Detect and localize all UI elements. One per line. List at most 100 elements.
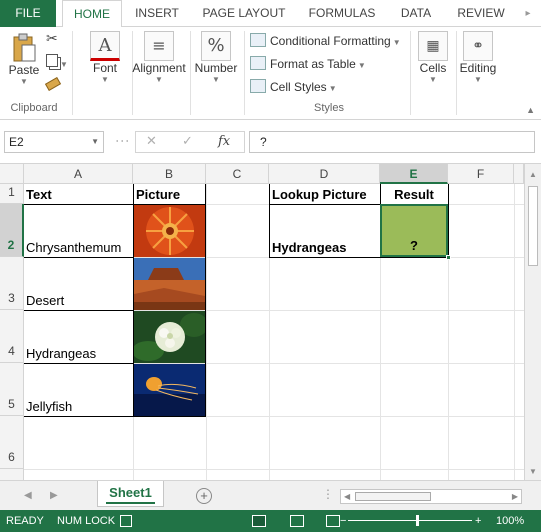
cell-a4[interactable]: Hydrangeas xyxy=(24,346,96,361)
tab-insert[interactable]: INSERT xyxy=(128,0,186,27)
column-header-b[interactable]: B xyxy=(133,164,206,184)
chevron-down-icon[interactable]: ▼ xyxy=(91,132,99,152)
zoom-slider-knob[interactable] xyxy=(416,515,419,526)
name-box[interactable]: E2 ▼ xyxy=(4,131,104,153)
column-header-e[interactable]: E xyxy=(380,164,448,184)
copy-icon xyxy=(46,54,58,67)
cell-border xyxy=(269,257,449,258)
sheet-prev-icon[interactable]: ◀ xyxy=(24,490,32,501)
row-header-4[interactable]: 4 xyxy=(0,310,24,363)
macro-record-icon[interactable] xyxy=(120,515,132,527)
paste-button[interactable]: Paste ▼ xyxy=(6,33,42,87)
alignment-label: Alignment xyxy=(132,61,186,75)
cell-styles-button[interactable]: Cell Styles ▼ xyxy=(250,77,337,97)
number-label: Number xyxy=(194,61,238,75)
row-header-6[interactable]: 6 xyxy=(0,416,24,469)
sheet-tab-sheet1[interactable]: Sheet1 xyxy=(97,481,164,507)
horizontal-scroll-thumb[interactable] xyxy=(355,492,431,501)
formula-input[interactable]: ? xyxy=(249,131,535,153)
row-header-1[interactable]: 1 xyxy=(0,184,24,204)
page-layout-view-icon[interactable] xyxy=(290,515,304,527)
number-button[interactable]: % Number ▼ xyxy=(192,31,240,85)
zoom-level[interactable]: 100% xyxy=(496,510,524,532)
tab-data[interactable]: DATA xyxy=(392,0,440,27)
cell-a3[interactable]: Desert xyxy=(24,293,64,308)
cancel-icon[interactable]: ✕ xyxy=(146,134,157,149)
name-box-value: E2 xyxy=(9,135,24,149)
jellyfish-picture[interactable] xyxy=(134,364,205,416)
row-header-5[interactable]: 5 xyxy=(0,363,24,416)
sheet-next-icon[interactable]: ▶ xyxy=(50,490,58,501)
status-num-lock: NUM LOCK xyxy=(57,515,116,527)
cut-button[interactable]: ✂ xyxy=(46,31,58,47)
tab-review[interactable]: REVIEW xyxy=(450,0,512,27)
tab-home[interactable]: HOME xyxy=(62,0,122,28)
cells-button[interactable]: ▦ Cells ▼ xyxy=(414,31,452,85)
chevron-down-icon: ▼ xyxy=(212,75,220,84)
chevron-down-icon: ▼ xyxy=(101,75,109,84)
font-button[interactable]: A Font ▼ xyxy=(84,31,126,85)
split-handle-icon[interactable]: ⋮ xyxy=(322,487,334,501)
collapse-ribbon-icon[interactable]: ▲ xyxy=(526,105,535,115)
select-all-corner[interactable] xyxy=(0,164,24,184)
insert-function-icon[interactable]: fx xyxy=(218,134,230,149)
zoom-out-icon[interactable]: − xyxy=(340,510,346,532)
horizontal-scrollbar[interactable]: ◀ ▶ xyxy=(340,489,522,504)
status-mode: READY xyxy=(6,515,44,527)
scissors-icon: ✂ xyxy=(46,31,58,47)
column-header-f[interactable]: F xyxy=(448,164,514,184)
copy-button[interactable]: ▼ xyxy=(46,54,68,70)
fill-handle[interactable] xyxy=(446,255,451,260)
resize-handle-icon[interactable]: ⋮ xyxy=(115,134,131,147)
normal-view-icon[interactable] xyxy=(252,515,266,527)
zoom-in-icon[interactable]: + xyxy=(475,510,481,532)
cell-e1[interactable]: Result xyxy=(380,187,448,202)
row-header-7[interactable] xyxy=(0,469,24,480)
more-tabs-arrow-icon[interactable]: ▸ xyxy=(515,0,541,27)
sheet-tab-bar: ◀ ▶ Sheet1 + ⋮ ◀ ▶ xyxy=(0,480,541,510)
scroll-right-icon[interactable]: ▶ xyxy=(512,492,518,501)
vertical-scroll-thumb[interactable] xyxy=(528,186,538,266)
cell-border xyxy=(24,310,133,311)
cell-a1[interactable]: Text xyxy=(24,187,52,202)
worksheet-grid[interactable]: A B C D E F 1 2 3 4 5 6 Text Picture Loo… xyxy=(0,164,524,480)
cell-d2[interactable]: Hydrangeas xyxy=(270,240,346,255)
scroll-up-icon[interactable]: ▲ xyxy=(529,170,537,179)
editing-button[interactable]: ⚭ Editing ▼ xyxy=(456,31,500,85)
selected-cell-e2[interactable]: ? xyxy=(380,204,448,257)
cell-a5[interactable]: Jellyfish xyxy=(24,399,72,414)
format-as-table-label: Format as Table xyxy=(270,57,356,71)
column-header-c[interactable]: C xyxy=(206,164,269,184)
cells-grid-icon: ▦ xyxy=(418,31,448,61)
scroll-left-icon[interactable]: ◀ xyxy=(344,492,350,501)
page-break-preview-icon[interactable] xyxy=(326,515,340,527)
desert-picture[interactable] xyxy=(134,258,205,310)
cell-d1[interactable]: Lookup Picture xyxy=(270,187,367,202)
cell-e2-value: ? xyxy=(410,238,418,253)
column-header-d[interactable]: D xyxy=(269,164,380,184)
row-header-2[interactable]: 2 xyxy=(0,204,24,257)
column-header-g[interactable] xyxy=(514,164,524,184)
chrysanthemum-picture[interactable] xyxy=(134,205,205,257)
alignment-button[interactable]: ≡ Alignment ▼ xyxy=(132,31,186,85)
gridline xyxy=(514,184,515,480)
format-painter-button[interactable] xyxy=(44,77,62,91)
add-sheet-icon[interactable]: + xyxy=(196,488,212,504)
scroll-down-icon[interactable]: ▼ xyxy=(529,467,537,476)
format-as-table-button[interactable]: Format as Table ▼ xyxy=(250,54,366,74)
cell-b1[interactable]: Picture xyxy=(134,187,180,202)
ribbon-home: Paste ▼ ✂ ▼ Clipboard A Font ▼ ≡ Alignme… xyxy=(0,27,541,120)
tab-formulas[interactable]: FORMULAS xyxy=(302,0,382,27)
tab-file[interactable]: FILE xyxy=(0,0,56,27)
tab-page-layout[interactable]: PAGE LAYOUT xyxy=(196,0,292,27)
enter-checkmark-icon[interactable]: ✓ xyxy=(182,134,193,149)
cell-border xyxy=(448,184,449,258)
vertical-scrollbar[interactable]: ▲ ▼ xyxy=(524,164,541,480)
conditional-formatting-button[interactable]: Conditional Formatting ▼ xyxy=(250,31,401,51)
hydrangeas-picture[interactable] xyxy=(134,311,205,363)
formula-buttons: ✕ ✓ fx xyxy=(135,131,245,153)
column-header-a[interactable]: A xyxy=(24,164,133,184)
zoom-slider[interactable] xyxy=(348,520,472,521)
row-header-3[interactable]: 3 xyxy=(0,257,24,310)
cell-a2[interactable]: Chrysanthemum xyxy=(24,240,121,255)
